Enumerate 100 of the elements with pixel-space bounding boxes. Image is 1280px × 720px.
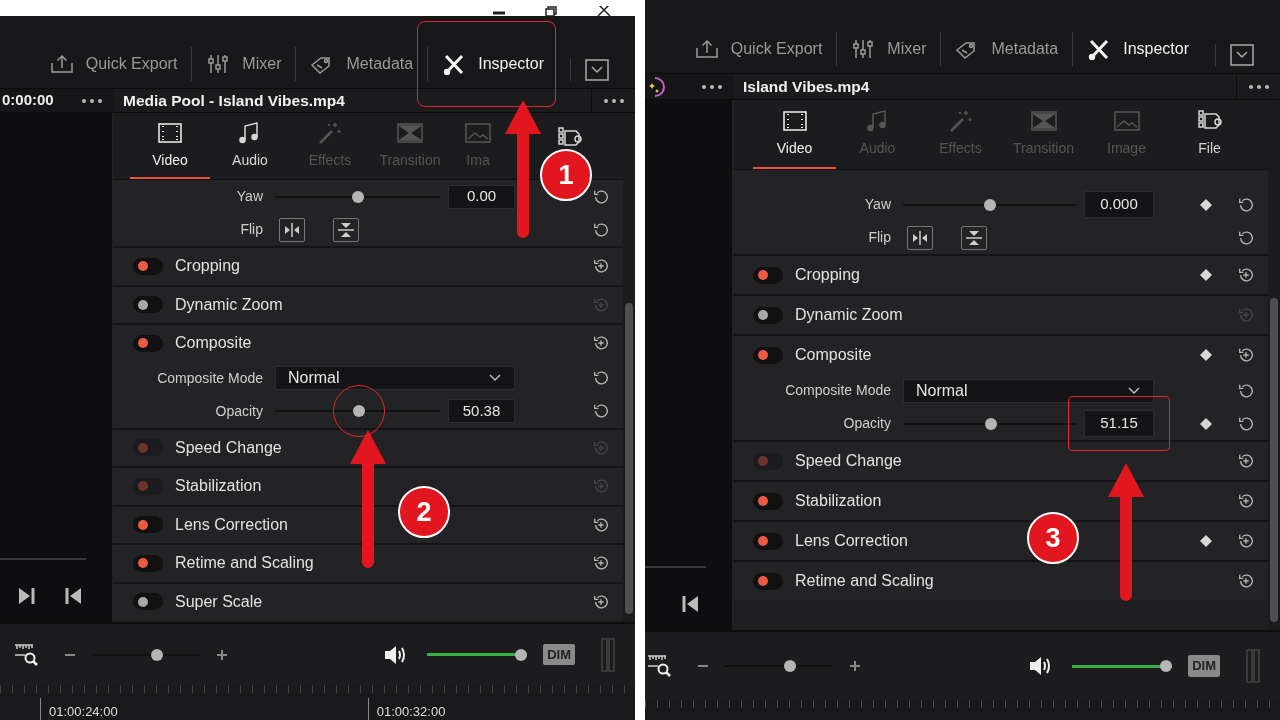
toolbar-button[interactable]: Metadata	[940, 32, 1073, 66]
value-field[interactable]: 0.000	[1084, 191, 1154, 218]
reset-icon[interactable]	[592, 515, 610, 534]
zoom-button[interactable]	[647, 654, 673, 678]
mode-dropdown[interactable]: Normal	[903, 378, 1154, 403]
flip-vertical-icon	[966, 229, 982, 246]
toolbar-button[interactable]: Quick Export	[680, 32, 837, 66]
minimize-icon[interactable]	[493, 10, 505, 16]
keyframe-diamond-icon[interactable]	[1200, 349, 1212, 361]
slider-thumb[interactable]	[983, 198, 996, 211]
section-title: Lens Correction	[175, 514, 288, 535]
plus-icon	[216, 648, 228, 661]
flip-horizontal-button[interactable]	[907, 225, 933, 250]
enable-toggle[interactable]	[753, 492, 783, 510]
enable-toggle[interactable]	[753, 346, 783, 364]
toolbar-button[interactable]: Mixer	[836, 32, 941, 66]
reset-icon[interactable]	[1237, 228, 1255, 247]
more-options-button[interactable]	[701, 83, 723, 90]
reset-icon[interactable]	[592, 369, 610, 387]
inspector-tab[interactable]: Audio	[210, 113, 290, 179]
enable-toggle[interactable]	[133, 334, 163, 352]
reset-icon[interactable]	[592, 592, 610, 611]
enable-toggle[interactable]	[133, 477, 163, 495]
zoom-button[interactable]	[14, 642, 40, 667]
skip-to-end-icon[interactable]	[18, 586, 36, 606]
flip-horizontal-icon	[284, 222, 300, 237]
enable-toggle[interactable]	[133, 516, 163, 534]
reset-icon[interactable]	[592, 334, 610, 353]
enable-toggle[interactable]	[753, 266, 783, 284]
close-icon[interactable]	[597, 6, 611, 16]
panel-menu-button[interactable]	[1230, 44, 1254, 66]
enable-toggle[interactable]	[753, 306, 783, 324]
value-field[interactable]: 51.15	[1084, 410, 1154, 437]
toolbar-button[interactable]: Inspector	[427, 47, 558, 81]
enable-toggle[interactable]	[133, 593, 163, 611]
reset-icon[interactable]	[592, 220, 610, 239]
section-title: Lens Correction	[795, 531, 908, 551]
reset-icon[interactable]	[1237, 195, 1255, 214]
reset-icon[interactable]	[1237, 346, 1255, 364]
skip-to-start-icon[interactable]	[64, 586, 82, 606]
section-title: Dynamic Zoom	[175, 294, 283, 315]
reset-icon[interactable]	[1237, 266, 1255, 284]
enable-toggle[interactable]	[753, 532, 783, 550]
reset-icon[interactable]	[1237, 532, 1255, 550]
zoom-in-button[interactable]	[849, 660, 861, 672]
section-title: Retime and Scaling	[795, 571, 934, 591]
slider-thumb[interactable]	[783, 660, 796, 672]
keyframe-diamond-icon[interactable]	[1200, 535, 1212, 547]
more-options-button[interactable]	[81, 97, 103, 104]
value-field[interactable]: 50.38	[448, 399, 515, 423]
panel-menu-button[interactable]	[585, 59, 609, 81]
reset-icon[interactable]	[1237, 381, 1255, 400]
enable-toggle[interactable]	[133, 554, 163, 572]
dim-button[interactable]: DIM	[543, 643, 575, 666]
zoom-in-button[interactable]	[216, 648, 228, 661]
scrollbar-thumb[interactable]	[625, 303, 633, 614]
flip-vertical-button[interactable]	[333, 217, 359, 242]
toolbar-button[interactable]: Metadata	[295, 47, 428, 81]
enable-toggle[interactable]	[133, 296, 163, 314]
section-title: Speed Change	[795, 451, 902, 471]
slider-thumb[interactable]	[150, 648, 163, 661]
section-title: Cropping	[795, 265, 860, 285]
enable-toggle[interactable]	[753, 572, 783, 590]
slider-thumb[interactable]	[985, 417, 998, 430]
reset-icon[interactable]	[592, 402, 610, 420]
flip-vertical-button[interactable]	[961, 225, 987, 250]
scrollbar-thumb[interactable]	[1270, 298, 1278, 622]
toolbar-button[interactable]: Mixer	[191, 47, 296, 81]
speaker-icon[interactable]	[383, 643, 408, 666]
toolbar-button[interactable]: Quick Export	[35, 47, 192, 81]
skip-to-start-icon[interactable]	[681, 594, 699, 614]
reset-icon[interactable]	[1237, 572, 1255, 590]
enable-toggle[interactable]	[133, 257, 163, 275]
enable-toggle[interactable]	[753, 452, 783, 470]
more-options-button[interactable]	[602, 97, 625, 104]
reset-icon[interactable]	[592, 554, 610, 573]
value-field[interactable]: 0.00	[448, 184, 515, 209]
dim-button[interactable]: DIM	[1188, 655, 1220, 677]
toolbar-button[interactable]: Inspector	[1072, 32, 1203, 66]
keyframe-diamond-icon[interactable]	[1200, 198, 1212, 211]
restore-icon[interactable]	[545, 6, 557, 16]
section-title: Stabilization	[795, 491, 882, 511]
enable-toggle[interactable]	[133, 439, 163, 457]
mode-dropdown[interactable]: Normal	[275, 366, 515, 390]
chevron-down-icon	[585, 59, 609, 81]
flip-horizontal-button[interactable]	[279, 217, 305, 242]
slider-thumb[interactable]	[1160, 660, 1173, 672]
slider-thumb[interactable]	[353, 405, 366, 417]
reset-icon[interactable]	[1237, 492, 1255, 510]
keyframe-diamond-icon[interactable]	[1200, 269, 1212, 281]
speaker-icon[interactable]	[1028, 655, 1053, 677]
inspector-tab[interactable]: File	[1168, 100, 1251, 169]
slider-thumb[interactable]	[515, 648, 528, 661]
reset-icon[interactable]	[1237, 452, 1255, 470]
reset-icon[interactable]	[592, 187, 610, 206]
slider-thumb[interactable]	[351, 190, 364, 203]
reset-icon[interactable]	[1237, 414, 1255, 433]
more-options-button[interactable]	[1247, 83, 1270, 90]
keyframe-diamond-icon[interactable]	[1200, 417, 1212, 430]
reset-icon[interactable]	[592, 257, 610, 276]
